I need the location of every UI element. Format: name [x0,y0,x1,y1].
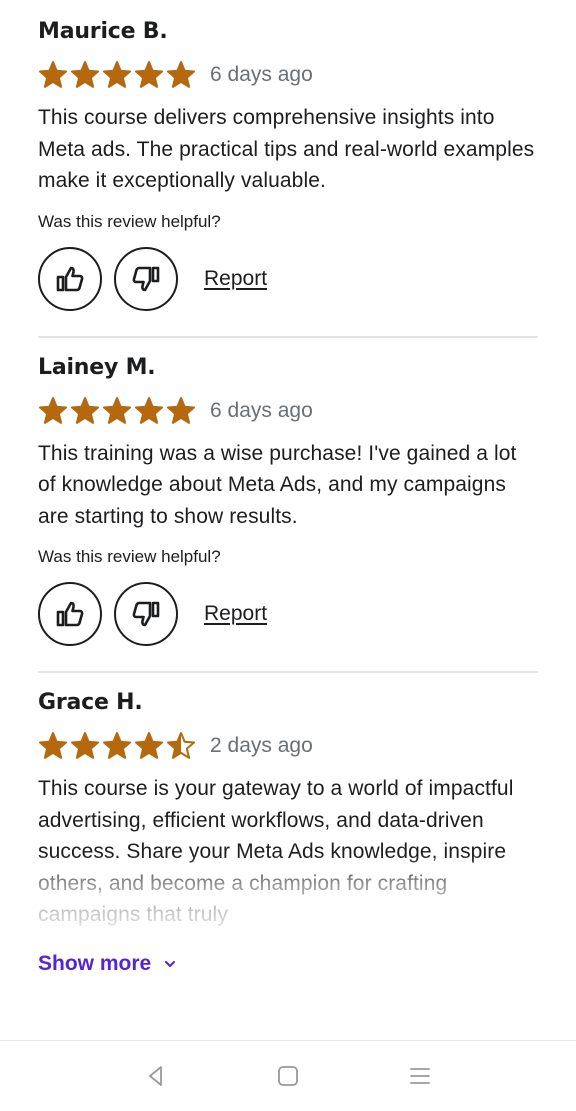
review-card: Maurice B. 6 days ago This course delive… [38,0,538,336]
reviews-list: Maurice B. 6 days ago This course delive… [0,0,576,976]
show-more-button[interactable]: Show more [38,952,177,976]
nav-menu-button[interactable] [405,1061,435,1091]
star-full-icon [135,61,163,88]
star-rating [38,60,196,90]
helpful-prompt: Was this review helpful? [38,547,221,566]
reviewer-name: Lainey M. [38,354,156,380]
rating-row: 6 days ago [38,60,538,90]
star-full-icon [135,396,163,424]
thumbs-down-icon [132,266,160,291]
thumbs-up-icon [56,266,84,291]
star-full-icon [103,396,131,424]
reviews-page: Maurice B. 6 days ago This course delive… [0,0,576,1111]
back-triangle-icon [149,1066,162,1086]
home-square-icon [278,1066,298,1086]
menu-lines-icon [410,1068,430,1084]
nav-back-button[interactable] [141,1061,171,1091]
star-full-icon [71,732,99,759]
star-rating [38,731,196,761]
helpful-prompt: Was this review helpful? [38,211,221,231]
rating-row: 2 days ago [38,731,538,761]
helpful-yes-button[interactable] [38,246,102,311]
reviewer-name: Maurice B. [38,19,168,44]
helpful-no-button[interactable] [114,246,178,311]
star-full-icon [167,61,195,88]
star-rating [38,396,196,426]
star-half-icon [167,732,195,759]
review-date: 6 days ago [210,63,313,86]
star-full-icon [39,732,67,759]
star-full-icon [103,61,131,88]
report-link[interactable]: Report [204,602,267,626]
review-card: Lainey M. 6 days ago This training was a… [38,335,538,672]
rating-row: 6 days ago [38,396,538,426]
star-full-icon [39,396,67,424]
star-full-icon [103,732,131,759]
thumbs-down-icon [132,601,160,627]
star-full-icon [71,61,99,88]
star-full-icon [135,732,163,759]
show-more-label: Show more [38,952,152,975]
system-nav-bar [0,1040,576,1111]
star-full-icon [167,396,195,424]
helpful-yes-button[interactable] [38,582,102,646]
review-date: 6 days ago [210,398,313,422]
report-link[interactable]: Report [204,267,267,291]
review-text: This training was a wise purchase! I've … [38,441,517,528]
nav-home-button[interactable] [273,1061,303,1091]
reviewer-name: Grace H. [38,690,143,715]
review-card: Grace H. 2 days ago This course is your … [38,671,538,976]
thumbs-up-icon [56,601,84,627]
review-actions: Report [38,246,538,336]
star-full-icon [71,396,99,424]
review-date: 2 days ago [210,734,313,757]
review-actions: Report [38,582,538,671]
chevron-down-icon [165,961,176,967]
review-text: This course is your gateway to a world o… [38,777,514,926]
review-text: This course delivers comprehensive insig… [38,106,535,192]
helpful-no-button[interactable] [114,582,178,646]
star-full-icon [39,61,67,88]
